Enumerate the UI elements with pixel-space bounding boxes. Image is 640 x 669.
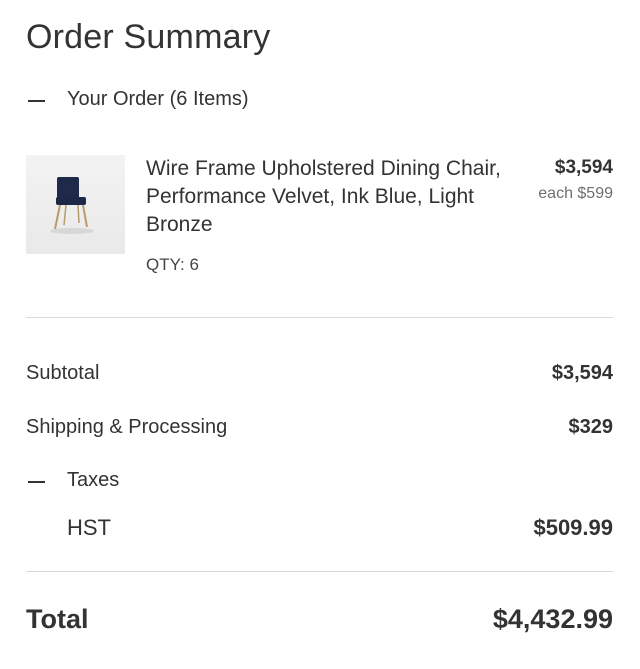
taxes-label: Taxes xyxy=(67,469,120,491)
hst-value: $509.99 xyxy=(533,515,613,540)
divider xyxy=(26,317,613,318)
hst-label: HST xyxy=(67,515,111,540)
subtotal-label: Subtotal xyxy=(26,362,100,384)
chair-thumbnail[interactable] xyxy=(26,155,125,254)
product-price: $3,594 xyxy=(554,157,613,178)
minus-icon xyxy=(28,481,45,483)
page-title: Order Summary xyxy=(26,18,271,56)
shipping-value: $329 xyxy=(568,416,614,438)
minus-icon xyxy=(28,100,45,102)
product-name[interactable]: Wire Frame Upholstered Dining Chair, Per… xyxy=(146,155,506,239)
product-unit-price: each $599 xyxy=(538,185,613,202)
product-quantity: QTY: 6 xyxy=(146,255,199,274)
chair-icon xyxy=(50,177,94,234)
your-order-label: Your Order (6 Items) xyxy=(67,88,249,110)
taxes-toggle[interactable]: Taxes xyxy=(26,469,226,497)
total-value: $4,432.99 xyxy=(492,604,613,634)
your-order-toggle[interactable]: Your Order (6 Items) xyxy=(26,88,326,116)
shipping-label: Shipping & Processing xyxy=(26,416,228,438)
total-label: Total xyxy=(26,604,89,634)
subtotal-value: $3,594 xyxy=(551,362,613,384)
divider xyxy=(26,571,613,572)
